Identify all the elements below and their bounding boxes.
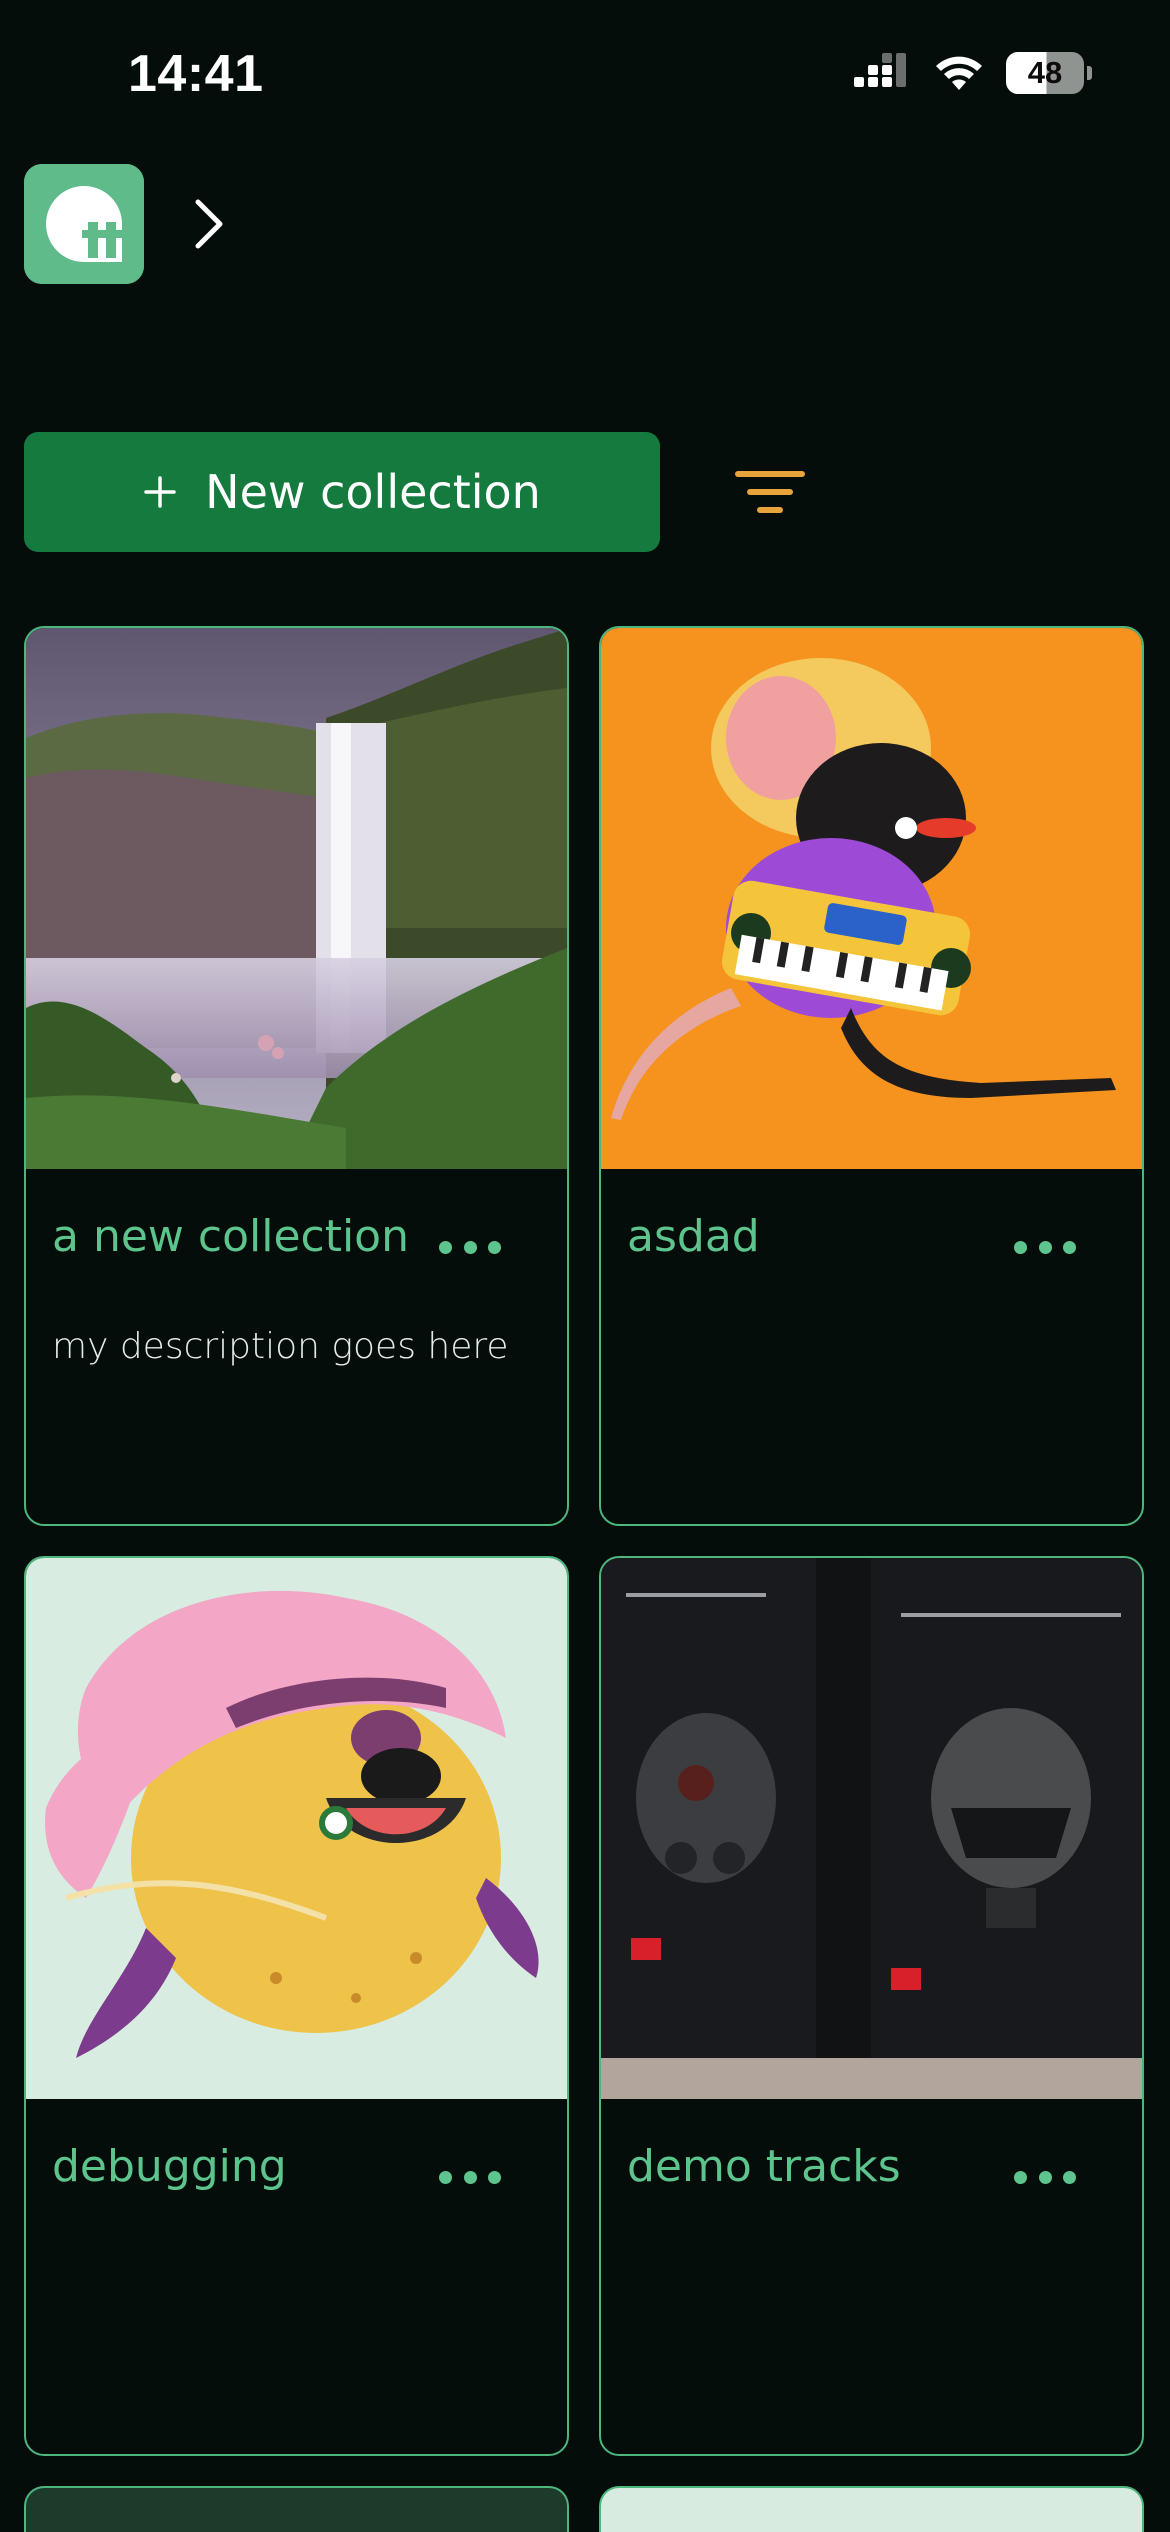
collection-description: my description goes here [52, 1326, 509, 1367]
collection-title[interactable]: demo tracks [627, 2141, 901, 2192]
new-collection-button[interactable]: New collection [24, 432, 660, 552]
more-options-icon[interactable] [1014, 2162, 1076, 2192]
status-time: 14:41 [128, 45, 264, 103]
more-options-icon[interactable] [1014, 1232, 1076, 1262]
collection-card[interactable]: demo tracks [599, 1556, 1144, 2456]
collections-screen: 14:41 48 New collection a new collection… [0, 0, 1170, 2532]
filter-icon[interactable] [730, 462, 810, 524]
chevron-right-icon[interactable] [190, 196, 230, 252]
status-icons: 48 [854, 52, 1092, 94]
collection-card[interactable]: asdad [599, 626, 1144, 1526]
battery-level: 48 [1006, 52, 1084, 94]
collection-title[interactable]: debugging [52, 2141, 287, 2192]
collection-title[interactable]: a new collection [52, 1211, 409, 1262]
collection-card[interactable] [24, 2486, 569, 2532]
more-options-icon[interactable] [439, 2162, 501, 2192]
wifi-icon [936, 56, 982, 90]
collection-card[interactable]: debugging [24, 1556, 569, 2456]
collection-title[interactable]: asdad [627, 1211, 760, 1262]
collection-card[interactable] [599, 2486, 1144, 2532]
pirate-creature-illustration[interactable] [26, 1558, 567, 2099]
rat-keyboard-illustration[interactable] [601, 628, 1142, 1169]
status-bar: 14:41 48 [0, 0, 1170, 150]
more-options-icon[interactable] [439, 1232, 501, 1262]
app-logo-icon[interactable] [24, 164, 144, 284]
waterfall-landscape-photo[interactable] [26, 628, 567, 1169]
new-collection-label: New collection [205, 465, 541, 519]
helmet-boxes-photo[interactable] [601, 1558, 1142, 2099]
cellular-signal-icon [854, 53, 906, 87]
plus-icon [144, 476, 176, 508]
battery-icon: 48 [1006, 52, 1092, 94]
collection-card[interactable]: a new collection my description goes her… [24, 626, 569, 1526]
